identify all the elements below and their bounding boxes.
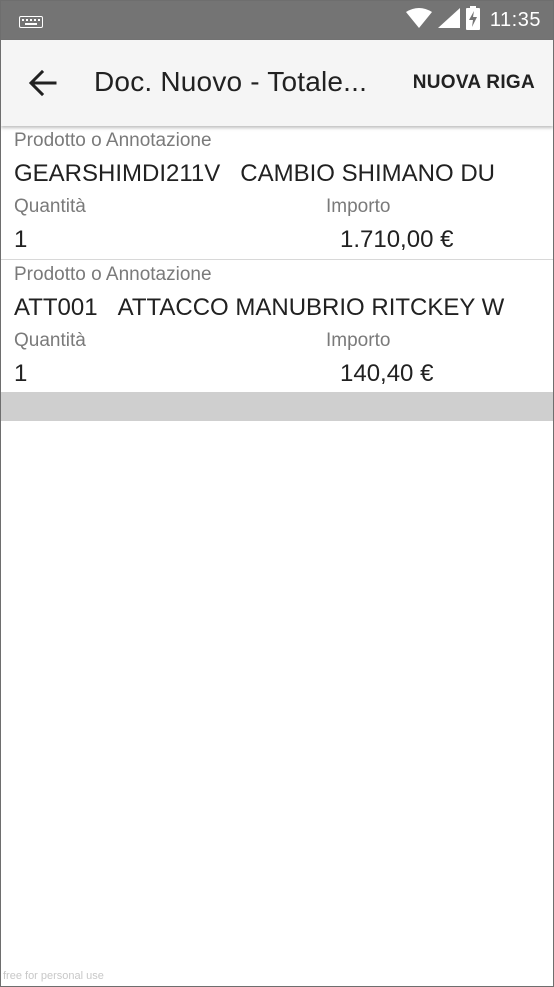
amount-value: 1.710,00 € [340,226,454,253]
clock: 11:35 [489,9,541,31]
signal-icon [437,8,460,33]
product-label: Prodotto o Annotazione [14,264,212,285]
product-description: ATTACCO MANUBRIO RITCKEY W [117,294,505,321]
product-code: GEARSHIMDI211V [14,160,221,187]
status-bar: 11:35 [1,1,553,40]
amount-value: 140,40 € [340,360,434,387]
quantity-label: Quantità [14,196,86,217]
arrow-back-icon[interactable] [27,68,59,98]
product-label: Prodotto o Annotazione [14,130,212,151]
page-title: Doc. Nuovo - Totale... [94,66,368,97]
amount-label: Importo [326,330,391,351]
amount-label: Importo [326,196,391,217]
document-lines-list: Prodotto o Annotazione GEARSHIMDI211V CAM… [1,126,553,394]
list-item[interactable]: Prodotto o Annotazione GEARSHIMDI211V CAM… [1,126,553,260]
product-code: ATT001 [14,294,98,321]
quantity-value: 1 [14,226,28,253]
new-row-button[interactable]: NUOVA RIGA [413,72,535,94]
battery-charging-icon [465,6,480,35]
totals-bar [1,392,553,421]
product-description: CAMBIO SHIMANO DU [240,160,495,187]
product-value: GEARSHIMDI211V CAMBIO SHIMANO DU [14,160,495,188]
app-screen: 11:35 Doc. Nuovo - Totale... NUOVA RIGA … [0,0,554,987]
watermark-text: free for personal use [3,970,104,982]
quantity-value: 1 [14,360,28,387]
app-bar: Doc. Nuovo - Totale... NUOVA RIGA [1,40,553,126]
keyboard-icon [19,15,43,33]
product-value: ATT001 ATTACCO MANUBRIO RITCKEY W [14,294,504,322]
wifi-icon [405,8,432,33]
quantity-label: Quantità [14,330,86,351]
list-item[interactable]: Prodotto o Annotazione ATT001 ATTACCO MAN… [1,260,553,394]
status-icons: 11:35 [405,1,541,40]
